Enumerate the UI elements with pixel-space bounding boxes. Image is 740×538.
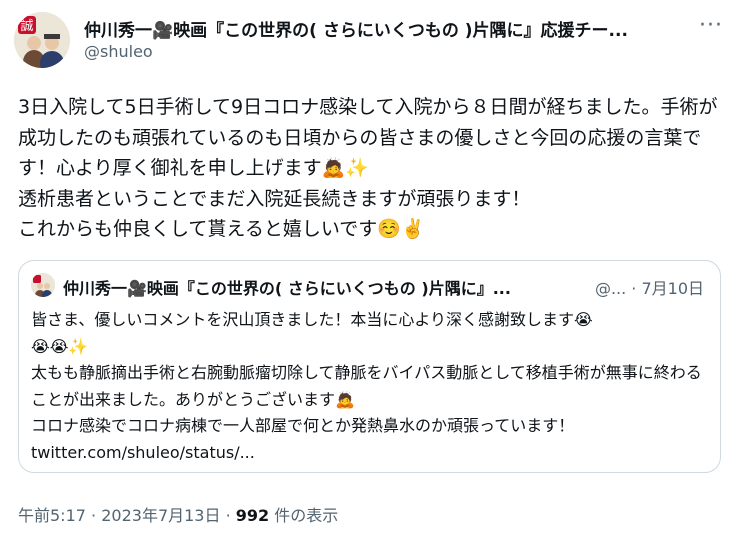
quoted-handle-and-date: @... · 7月10日 <box>594 279 704 298</box>
quoted-tweet-header: 仲川秀一🎥映画『この世界の( さらにいくつもの )片隅に』... @... · … <box>31 273 708 299</box>
views-count: 992 <box>235 506 270 525</box>
footer-separator: · <box>91 506 97 525</box>
more-options-icon[interactable]: ··· <box>696 14 726 44</box>
quoted-tweet[interactable]: 仲川秀一🎥映画『この世界の( さらにいくつもの )片隅に』... @... · … <box>18 260 721 473</box>
tweet-time[interactable]: 午前5:17 <box>18 506 86 525</box>
tweet-text: 3日入院して5日手術して9日コロナ感染して入院から８日間が経ちました。手術が成功… <box>18 96 718 240</box>
author-avatar[interactable]: 誠 <box>14 12 70 68</box>
views-label: 件の表示 <box>274 506 339 525</box>
quoted-tweet-text: 皆さま、優しいコメントを沢山頂きました！本当に心より深く感謝致します😭 😭😭✨ … <box>31 310 702 462</box>
author-handle[interactable]: @shuleo <box>84 42 153 61</box>
svg-text:誠: 誠 <box>20 19 33 34</box>
tweet-header: 誠 仲川秀一🎥映画『この世界の( さらにいくつもの )片隅に』応援チー... @… <box>14 12 726 68</box>
author-display-name[interactable]: 仲川秀一🎥映画『この世界の( さらにいくつもの )片隅に』応援チー... <box>84 16 674 41</box>
footer-separator: · <box>225 506 231 525</box>
quoted-author-avatar <box>31 273 55 297</box>
quoted-author-display-name: 仲川秀一🎥映画『この世界の( さらにいくつもの )片隅に』... <box>63 279 511 298</box>
tweet-date[interactable]: 2023年7月13日 <box>101 506 220 525</box>
tweet-footer: 午前5:17 · 2023年7月13日 · 992 件の表示 <box>18 502 338 526</box>
